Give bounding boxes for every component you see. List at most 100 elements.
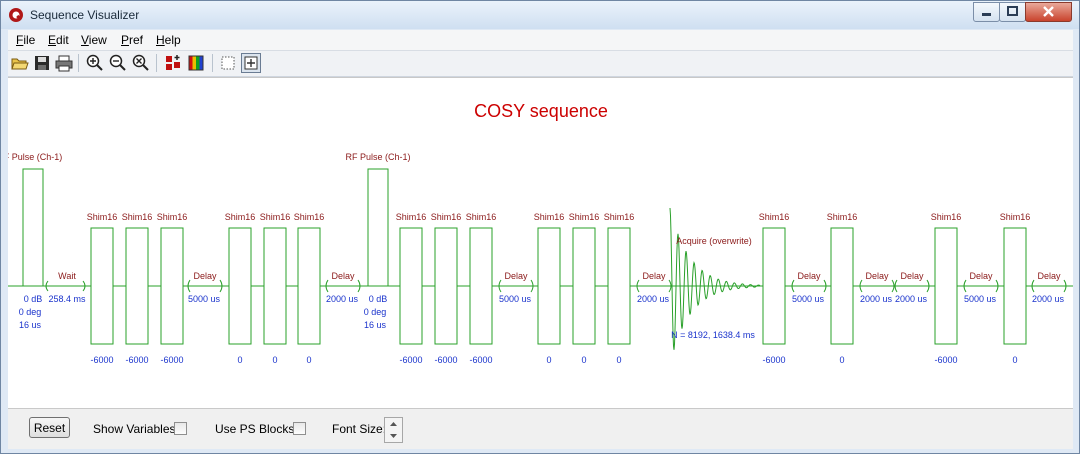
- delay-label: Delay: [504, 271, 528, 281]
- save-button[interactable]: [32, 53, 52, 73]
- shim-value: -6000: [160, 355, 183, 365]
- menu-view[interactable]: View: [81, 33, 107, 47]
- delay-value: 2000 us: [326, 294, 359, 304]
- channels-button[interactable]: [163, 53, 183, 73]
- status-bar: Reset Show Variables: Use PS Blocks: Fon…: [8, 408, 1073, 449]
- show-variables-checkbox[interactable]: [174, 422, 187, 435]
- shim-pulse-block: [125, 227, 149, 345]
- save-icon: [35, 56, 49, 70]
- title-bar: Sequence Visualizer: [1, 1, 1079, 29]
- shim-label: Shim16: [466, 212, 497, 222]
- shim-label: Shim16: [604, 212, 635, 222]
- shim-pulse-block: [297, 227, 321, 345]
- wait-label: Wait: [58, 271, 76, 281]
- rf-pulse-block: [367, 168, 389, 287]
- pulse-power-value: 0 dB: [369, 294, 388, 304]
- font-size-label: Font Size:: [332, 422, 387, 436]
- spin-down-icon[interactable]: [385, 430, 402, 442]
- minimize-icon: [982, 13, 991, 16]
- delay-value: 5000 us: [964, 294, 997, 304]
- delay-value: 2000 us: [860, 294, 893, 304]
- shim-value: -6000: [434, 355, 457, 365]
- shim-pulse-block: [90, 227, 114, 345]
- sequence-diagram: COSY sequence F Pulse (Ch-1) 0 dB 0 deg 16 …: [4, 101, 1073, 365]
- font-size-spinner[interactable]: [384, 417, 403, 443]
- shim-pulse-block: [1003, 227, 1027, 345]
- fit-icon: [244, 56, 258, 70]
- shim-value: -6000: [934, 355, 957, 365]
- delay-label: Delay: [969, 271, 993, 281]
- acquire-value: N = 8192, 1638.4 ms: [671, 330, 755, 340]
- shim-pulse-block: [160, 227, 184, 345]
- reset-button[interactable]: Reset: [29, 417, 70, 438]
- maximize-button[interactable]: [999, 2, 1026, 22]
- zoom-in-icon: [86, 54, 103, 71]
- color-palette-button[interactable]: [186, 53, 206, 73]
- zoom-reset-button[interactable]: [130, 53, 150, 73]
- fit-button[interactable]: [241, 53, 261, 73]
- channels-icon: [166, 55, 180, 70]
- sequence-visualizer-window: Sequence Visualizer File Edit View Pref …: [0, 0, 1080, 454]
- sequence-canvas: COSY sequence F Pulse (Ch-1) 0 dB 0 deg 16 …: [4, 77, 1073, 408]
- color-palette-icon: [188, 55, 204, 71]
- use-ps-blocks-checkbox[interactable]: [293, 422, 306, 435]
- pulse-phase-value: 0 deg: [364, 307, 387, 317]
- shim-label: Shim16: [534, 212, 565, 222]
- shim-value: -6000: [762, 355, 785, 365]
- menu-file[interactable]: File: [16, 33, 35, 47]
- delay-label: Delay: [331, 271, 355, 281]
- close-icon: [1043, 6, 1054, 17]
- menu-edit[interactable]: Edit: [48, 33, 69, 47]
- shim-label: Shim16: [1000, 212, 1031, 222]
- pulse-length-value: 16 us: [19, 320, 42, 330]
- zoom-out-button[interactable]: [107, 53, 127, 73]
- shim-label: Shim16: [431, 212, 462, 222]
- shim-label: Shim16: [294, 212, 325, 222]
- print-icon: [55, 55, 73, 72]
- close-button[interactable]: [1025, 2, 1072, 22]
- shim-label: Shim16: [225, 212, 256, 222]
- delay-label: Delay: [797, 271, 821, 281]
- window-title: Sequence Visualizer: [30, 8, 140, 22]
- shim-value: 0: [546, 355, 551, 365]
- shim-label: Shim16: [122, 212, 153, 222]
- diagram-title: COSY sequence: [474, 101, 608, 121]
- delay-value: 2000 us: [637, 294, 670, 304]
- shim-label: Shim16: [569, 212, 600, 222]
- minimize-button[interactable]: [973, 2, 1000, 22]
- shim-label: Shim16: [931, 212, 962, 222]
- spin-up-icon[interactable]: [385, 418, 402, 430]
- open-button[interactable]: [10, 53, 30, 73]
- maximize-icon: [1007, 6, 1018, 16]
- toolbar-separator: [78, 54, 79, 72]
- app-logo-icon: [9, 8, 23, 22]
- shim-pulse-block: [830, 227, 854, 345]
- print-button[interactable]: [54, 53, 74, 73]
- shim-value: -6000: [469, 355, 492, 365]
- rf-pulse-block: [22, 168, 44, 287]
- delay-value: 5000 us: [499, 294, 532, 304]
- pulse-phase-value: 0 deg: [19, 307, 42, 317]
- grid-icon: [221, 56, 235, 70]
- rf-pulse-label: RF Pulse (Ch-1): [345, 152, 410, 162]
- grid-button[interactable]: [218, 53, 238, 73]
- toolbar-separator: [156, 54, 157, 72]
- shim-pulse-block: [607, 227, 631, 345]
- acquire-label: Acquire (overwrite): [676, 236, 752, 246]
- shim-pulse-block: [762, 227, 786, 345]
- shim-value: 0: [581, 355, 586, 365]
- shim-pulse-block: [228, 227, 252, 345]
- toolbar: [8, 51, 1073, 77]
- menu-help[interactable]: Help: [156, 33, 181, 47]
- menu-pref[interactable]: Pref: [121, 33, 143, 47]
- shim-value: 0: [272, 355, 277, 365]
- shim-value: 0: [616, 355, 621, 365]
- shim-value: 0: [1012, 355, 1017, 365]
- pulse-power-value: 0 dB: [24, 294, 43, 304]
- shim-value: 0: [306, 355, 311, 365]
- delay-value: 2000 us: [1032, 294, 1065, 304]
- zoom-in-button[interactable]: [84, 53, 104, 73]
- shim-value: 0: [839, 355, 844, 365]
- use-ps-blocks-label: Use PS Blocks:: [215, 422, 298, 436]
- wait-value: 258.4 ms: [48, 294, 86, 304]
